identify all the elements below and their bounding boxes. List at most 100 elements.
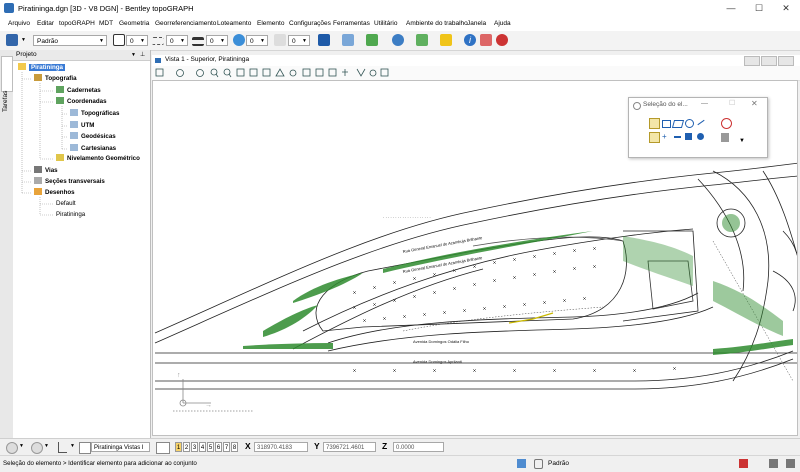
view-set-value: Piratininga Vistas I	[94, 445, 144, 451]
y-coordinate-input[interactable]: 7396721.4601	[323, 442, 376, 452]
lock-icon[interactable]	[534, 459, 543, 469]
menu-geometria[interactable]: Geometria	[119, 20, 149, 27]
menu-ferramentas[interactable]: Ferramentas	[333, 20, 370, 27]
menu-georreferenciamento[interactable]: Georreferenciamento	[155, 20, 216, 27]
attributes-toolbar: ▼ Padrão ▼ 0 ▼ 0 ▼ 0 ▼ 0 ▼ 0 ▼ i	[0, 31, 800, 51]
road-edge	[762, 170, 797, 256]
pencil-icon[interactable]	[440, 34, 452, 46]
invert-icon[interactable]	[685, 133, 692, 140]
menu-janela[interactable]: Janela	[467, 20, 486, 27]
printer-icon[interactable]	[786, 459, 795, 468]
selection-window[interactable]: Seleção do el... — ☐ ✕ + ▼	[628, 97, 768, 158]
x-coordinate-input[interactable]: 318970.4183	[254, 442, 308, 452]
view-button-2[interactable]: 2	[183, 442, 190, 452]
view-button-4[interactable]: 4	[199, 442, 206, 452]
menu-mdt[interactable]: MDT	[99, 20, 113, 27]
vegetation-patch	[263, 305, 318, 337]
project-panel: Projeto ▼ ⊥ Piratininga Topografia Cader…	[13, 50, 151, 438]
view-group-icon[interactable]	[156, 442, 170, 454]
menu-arquivo[interactable]: Arquivo	[8, 20, 30, 27]
chevron-down-icon: ▼	[260, 38, 265, 44]
copy-view-icon	[328, 68, 337, 77]
selection-window-title: Seleção do el...	[643, 101, 688, 108]
close-button[interactable]: ✕	[772, 0, 800, 17]
level-manager-icon[interactable]	[6, 34, 18, 46]
level-value: Padrão	[37, 38, 58, 45]
model-icon[interactable]	[769, 459, 778, 468]
circle-select-icon[interactable]	[685, 119, 694, 128]
pointer-icon[interactable]	[721, 133, 729, 142]
snap-icon[interactable]	[517, 459, 526, 468]
config-icon[interactable]	[480, 34, 492, 46]
warning-icon[interactable]	[739, 459, 748, 468]
level-dropdown[interactable]: Padrão ▼	[33, 35, 107, 46]
new-selection-icon[interactable]	[649, 132, 660, 143]
tab-tarefas[interactable]	[1, 56, 13, 92]
color-value: 0	[130, 38, 134, 45]
menu-editar[interactable]: Editar	[37, 20, 54, 27]
window-area-icon	[236, 68, 245, 77]
subtract-icon[interactable]	[674, 136, 681, 138]
line-select-icon[interactable]	[697, 119, 705, 126]
back-icon[interactable]	[6, 442, 18, 454]
add-icon[interactable]: +	[662, 133, 667, 141]
view-groups-icon[interactable]	[79, 442, 91, 454]
maximize-icon[interactable]: ☐	[729, 99, 735, 107]
view-button-8[interactable]: 8	[231, 442, 238, 452]
view-close-button[interactable]	[778, 56, 794, 66]
menu-utilitario[interactable]: Utilitário	[374, 20, 397, 27]
menu-ambiente[interactable]: Ambiente do trabalho	[406, 20, 468, 27]
window-title: Piratininga.dgn [3D - V8 DGN] - Bentley …	[18, 4, 194, 13]
color-icon[interactable]	[113, 34, 125, 46]
close-icon[interactable]: ✕	[751, 99, 758, 108]
chevron-down-icon: ▼	[70, 443, 75, 449]
priority-icon[interactable]	[274, 34, 286, 46]
window-icon[interactable]	[342, 34, 354, 46]
chevron-down-icon[interactable]: ▼	[739, 138, 745, 144]
line-weight-icon[interactable]	[192, 37, 204, 46]
view-restore-button[interactable]	[761, 56, 777, 66]
walk-icon	[289, 69, 297, 77]
line-style-dropdown[interactable]: 0 ▼	[166, 35, 188, 46]
globe-icon[interactable]	[392, 34, 404, 46]
axis-icon[interactable]	[58, 442, 67, 453]
individual-select-icon[interactable]	[649, 118, 660, 129]
transparency-icon[interactable]	[233, 34, 245, 46]
minimize-icon[interactable]: —	[701, 100, 708, 107]
minimize-button[interactable]: —	[717, 0, 745, 17]
z-coordinate-input[interactable]: 0.0000	[393, 442, 444, 452]
deselect-icon[interactable]	[721, 118, 732, 129]
shape-select-icon[interactable]	[671, 120, 685, 128]
menu-ajuda[interactable]: Ajuda	[494, 20, 511, 27]
transparency-dropdown[interactable]: 0 ▼	[246, 35, 268, 46]
block-select-icon[interactable]	[662, 120, 671, 128]
tools-icon[interactable]	[366, 34, 378, 46]
view-set-dropdown[interactable]: Piratininga Vistas I	[91, 442, 150, 452]
vegetation-patch	[243, 343, 333, 349]
menu-loteamento[interactable]: Loteamento	[217, 20, 251, 27]
view-minimize-button[interactable]	[744, 56, 760, 66]
menu-configuracoes[interactable]: Configurações	[289, 20, 331, 27]
view-button-1[interactable]: 1	[175, 442, 182, 452]
menu-elemento[interactable]: Elemento	[257, 20, 284, 27]
view-button-5[interactable]: 5	[207, 442, 214, 452]
globe-icon[interactable]	[697, 133, 704, 140]
line-style-icon[interactable]	[152, 37, 164, 45]
view-button-6[interactable]: 6	[215, 442, 222, 452]
color-dropdown[interactable]: 0 ▼	[126, 35, 148, 46]
maximize-button[interactable]: ☐	[745, 0, 773, 17]
line-weight-dropdown[interactable]: 0 ▼	[206, 35, 228, 46]
title-bar: Piratininga.dgn [3D - V8 DGN] - Bentley …	[0, 0, 800, 17]
view-icon[interactable]	[318, 34, 330, 46]
vegetation-patch	[623, 236, 693, 286]
info-icon[interactable]: i	[464, 34, 476, 46]
clip-volume-icon	[342, 69, 348, 76]
menu-topograph[interactable]: topoGRAPH	[59, 20, 95, 27]
view-button-3[interactable]: 3	[191, 442, 198, 452]
chevron-down-icon: ▼	[21, 37, 26, 43]
layers-icon[interactable]	[416, 34, 428, 46]
no-entry-icon[interactable]	[496, 34, 508, 46]
view-button-7[interactable]: 7	[223, 442, 230, 452]
forward-icon[interactable]	[31, 442, 43, 454]
priority-dropdown[interactable]: 0 ▼	[288, 35, 310, 46]
